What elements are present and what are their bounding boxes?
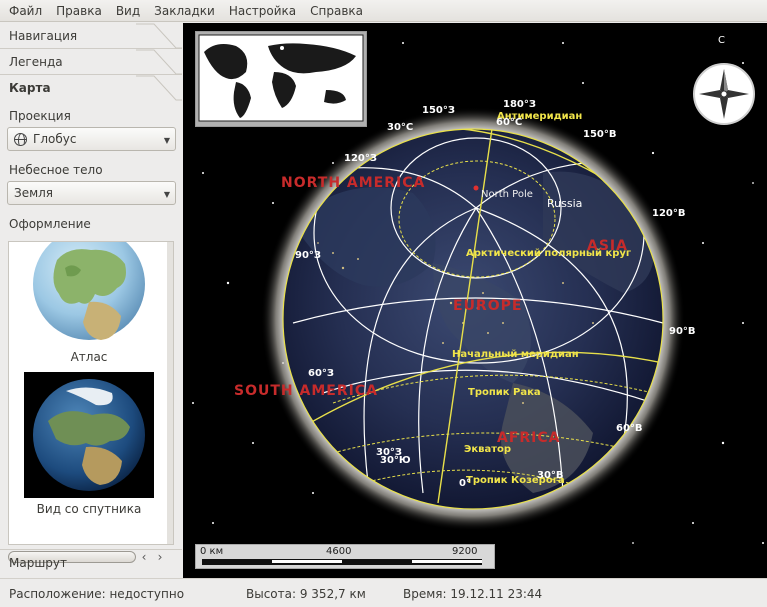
celestial-body-select[interactable]: Земля ▼ bbox=[7, 181, 176, 205]
compass-widget[interactable] bbox=[693, 63, 755, 125]
scale-label-max: 9200 bbox=[452, 546, 478, 557]
label-equator: Экватор bbox=[464, 444, 512, 455]
scale-bar: 0 км 4600 9200 bbox=[195, 544, 495, 569]
overview-map[interactable] bbox=[195, 31, 367, 127]
tab-legend-label: Легенда bbox=[9, 55, 63, 69]
grid-label-60n: 60°С bbox=[496, 117, 523, 128]
theme-satellite-label: Вид со спутника bbox=[36, 502, 142, 516]
globe-icon bbox=[14, 132, 27, 146]
tab-route-label: Маршрут bbox=[9, 556, 68, 570]
design-label: Оформление bbox=[9, 217, 91, 231]
chevron-down-icon: ▼ bbox=[163, 136, 170, 145]
menu-help[interactable]: Справка bbox=[303, 0, 370, 22]
label-tropic-cancer: Тропик Рака bbox=[468, 387, 541, 398]
menu-edit[interactable]: Правка bbox=[49, 0, 109, 22]
label-arctic-circle: Арктический полярный круг bbox=[466, 248, 632, 259]
status-time: Время: 19.12.11 23:44 bbox=[403, 587, 543, 601]
label-europe: Europe bbox=[453, 298, 523, 314]
tab-map-label: Карта bbox=[9, 81, 51, 95]
projection-label: Проекция bbox=[9, 109, 71, 123]
theme-satellite[interactable]: Вид со спутника bbox=[9, 372, 169, 520]
theme-atlas[interactable]: Атлас bbox=[9, 242, 169, 368]
label-south-america: South America bbox=[234, 383, 378, 399]
menu-bar: Файл Правка Вид Закладки Настройка Справ… bbox=[0, 0, 767, 22]
label-north-america: North America bbox=[281, 175, 426, 191]
north-pole-marker[interactable] bbox=[473, 185, 479, 191]
grid-label-150e: 150°В bbox=[583, 129, 617, 140]
grid-label-60w: 60°З bbox=[308, 368, 335, 379]
celestial-body-label: Небесное тело bbox=[9, 163, 103, 177]
tab-map[interactable]: Карта bbox=[0, 75, 182, 101]
label-prime-meridian: Начальный меридиан bbox=[452, 349, 579, 360]
menu-file[interactable]: Файл bbox=[2, 0, 49, 22]
grid-label-30e: 30°В bbox=[537, 470, 564, 481]
menu-settings[interactable]: Настройка bbox=[222, 0, 303, 22]
grid-label-0: 0° bbox=[459, 478, 471, 489]
grid-label-30s: 30°Ю bbox=[380, 455, 411, 466]
chevron-down-icon: ▼ bbox=[163, 190, 170, 199]
tab-navigation[interactable]: Навигация bbox=[0, 23, 182, 49]
scale-label-0: 0 км bbox=[200, 546, 224, 557]
grid-label-150w: 150°З bbox=[422, 105, 455, 116]
theme-atlas-label: Атлас bbox=[70, 350, 108, 364]
status-altitude: Высота: 9 352,7 км bbox=[246, 587, 366, 601]
label-north-pole: North Pole bbox=[481, 189, 533, 200]
tab-route[interactable]: Маршрут bbox=[0, 549, 182, 575]
grid-label-120w: 120°З bbox=[344, 153, 377, 164]
menu-view[interactable]: Вид bbox=[109, 0, 147, 22]
satellite-thumbnail bbox=[24, 372, 154, 498]
status-bar: Расположение: недоступно Высота: 9 352,7… bbox=[0, 578, 767, 607]
menu-bookmarks[interactable]: Закладки bbox=[147, 0, 222, 22]
tab-navigation-label: Навигация bbox=[9, 29, 78, 43]
sidebar: Навигация Легенда Карта Проекция Глобус … bbox=[0, 23, 182, 578]
grid-label-180w: 180°З bbox=[503, 99, 536, 110]
label-russia: Russia bbox=[547, 197, 583, 210]
tab-edge bbox=[136, 49, 182, 75]
grid-label-30n-a: 30°С bbox=[387, 122, 414, 133]
scale-label-mid: 4600 bbox=[326, 546, 352, 557]
tab-edge bbox=[136, 75, 182, 101]
atlas-thumbnail bbox=[24, 242, 154, 346]
celestial-body-value: Земля bbox=[14, 186, 54, 200]
theme-list: Атлас Вид со спутника bbox=[8, 241, 174, 545]
status-location: Расположение: недоступно bbox=[9, 587, 185, 601]
compass-north-label: С bbox=[718, 35, 725, 46]
grid-label-60e: 60°В bbox=[616, 423, 643, 434]
tab-edge bbox=[136, 23, 182, 49]
compass-rose-icon bbox=[699, 69, 749, 119]
map-view[interactable]: С North America South America Europe Asi… bbox=[183, 23, 767, 578]
projection-value: Глобус bbox=[33, 132, 77, 146]
theme-list-scrollbar[interactable] bbox=[167, 242, 173, 544]
grid-label-120e: 120°В bbox=[652, 208, 686, 219]
tab-legend[interactable]: Легенда bbox=[0, 49, 182, 75]
scale-ruler bbox=[202, 559, 482, 565]
projection-select[interactable]: Глобус ▼ bbox=[7, 127, 176, 151]
grid-label-90w: 90°З bbox=[295, 250, 322, 261]
grid-label-90e: 90°В bbox=[669, 326, 696, 337]
